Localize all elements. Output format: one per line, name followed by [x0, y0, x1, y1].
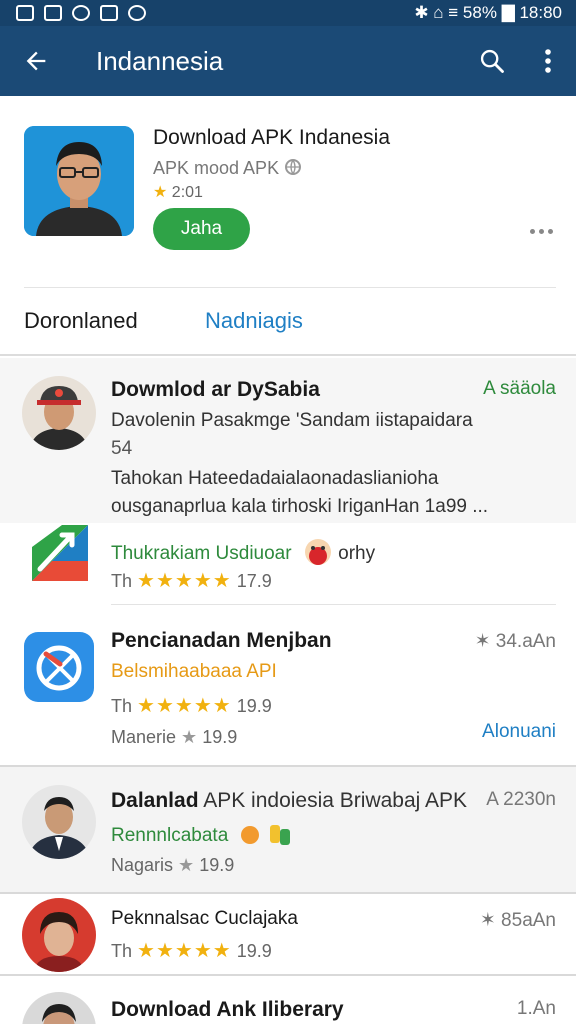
status-bar: ✱ ⌂ ≡ 58% ▇ 18:80 [0, 0, 576, 26]
app-bar: Indannesia [0, 26, 576, 96]
avatar [22, 992, 96, 1024]
item-description: Tahokan Hateedadaialaonadaslianioha [111, 468, 439, 489]
item-meta: A 2230n [482, 789, 556, 811]
list-item[interactable]: Dowmlod ar DySabia A sääola Davolenin Pa… [0, 358, 576, 523]
more-dot [539, 228, 544, 234]
list-item[interactable]: Dalanlad APK indoiesia Briwabaj APK A 22… [0, 767, 576, 892]
notification-icons [16, 5, 146, 21]
item-title: Peknnalsac Cuclajaka [111, 908, 298, 929]
app-icon [22, 517, 96, 591]
more-horizontal-icon [530, 228, 535, 234]
star-icon: ★ [178, 855, 195, 875]
settings-notification-icon [128, 5, 146, 21]
rating-value: 19.9 [236, 696, 272, 716]
secondary-value: 19.9 [199, 855, 235, 875]
list-item[interactable]: Peknnalsac Cuclajaka ✶ 85aAn Th ★★★★★ 19… [0, 894, 576, 974]
list-item[interactable]: Thukrakiam Usdiuoar orhy Th ★★★★★ 17.9 [0, 523, 576, 605]
app-rating-value: 2:01 [171, 184, 203, 201]
item-meta: ✶ 85aAn [479, 910, 556, 931]
star-icon: ★ [153, 184, 168, 201]
app-icon [22, 630, 96, 704]
item-title: Download Ank Iliberary [111, 998, 344, 1021]
image-notification-icon [16, 5, 34, 21]
person-avatar-icon [22, 992, 96, 1024]
photo-notification-icon [44, 5, 62, 21]
star-rating-icon: ★★★★★ [137, 570, 232, 592]
rating-prefix: Th [111, 941, 133, 961]
app-header-card: Download APK Indanesia APK mood APK ★ 2:… [0, 96, 576, 288]
secondary-label: Manerie [111, 727, 177, 747]
more-options-button[interactable] [530, 224, 560, 238]
search-button[interactable] [464, 26, 520, 96]
globe-icon [285, 159, 302, 175]
person-avatar-icon [22, 376, 96, 450]
app-subtitle: APK mood APK [153, 158, 302, 179]
more-vertical-icon [545, 49, 551, 73]
item-title: Dowmlod ar DySabia [111, 378, 320, 401]
star-icon: ★ [181, 727, 198, 747]
more-dot [548, 228, 553, 234]
overflow-menu-button[interactable] [520, 26, 576, 96]
arrow-back-icon [26, 51, 46, 71]
item-meta: ✶ 34.aAn [474, 631, 556, 652]
app-title: Download APK Indanesia [153, 126, 390, 149]
person-avatar-icon [22, 898, 96, 972]
rating-value: 19.9 [236, 941, 272, 961]
item-subtitle-text: Rennnlcabata [111, 825, 229, 846]
list-item[interactable]: Download Ank Iliberary 1.An [0, 976, 576, 1024]
rating-prefix: Th [111, 696, 133, 716]
emoji-stickers-icon [240, 825, 290, 845]
list-item[interactable]: Pencianadan Menjban ✶ 34.aAn Belsmihaaba… [0, 605, 576, 765]
tab-nadniagis[interactable]: Nadniagis [205, 308, 303, 334]
page-title: Indannesia [96, 45, 224, 76]
item-title: Dalanlad APK indoiesia Briwabaj APK [111, 789, 467, 813]
item-subtitle: Thukrakiam Usdiuoar orhy [111, 537, 375, 567]
tab-bar: Doronlaned Nadniagis [0, 288, 576, 356]
star-rating-icon: ★★★★★ [137, 695, 232, 717]
secondary-label: Nagaris [111, 855, 174, 875]
avatar [22, 376, 96, 450]
back-button[interactable] [0, 26, 72, 96]
item-title-rest: APK indoiesia Briwabaj APK [198, 789, 468, 812]
item-secondary-rating: Manerie ★ 19.9 [111, 727, 237, 748]
chart-arrow-icon [32, 525, 88, 581]
status-text: ✱ ⌂ ≡ 58% ▇ 18:80 [414, 3, 562, 22]
app-rating: ★ 2:01 [153, 182, 203, 202]
compass-app-icon [24, 632, 94, 702]
star-rating-icon: ★★★★★ [137, 940, 232, 962]
tab-download[interactable]: Doronlaned [24, 308, 138, 334]
item-rating: Th ★★★★★ 19.9 [111, 938, 272, 963]
app-avatar [24, 126, 134, 236]
item-description: Davolenin Pasakmge 'Sandam iistapaidara [111, 410, 473, 431]
item-meta: 1.An [516, 998, 556, 1019]
person-portrait-icon [24, 126, 134, 236]
item-title-bold: Dalanlad [111, 789, 199, 812]
item-rating: Th ★★★★★ 19.9 [111, 693, 272, 718]
item-subtitle-text: Thukrakiam Usdiuoar [111, 543, 292, 564]
avatar [22, 898, 96, 972]
item-subtitle: Rennnlcabata [111, 821, 296, 847]
avatar [22, 785, 96, 859]
item-title: Pencianadan Menjban [111, 629, 332, 652]
app-subtitle-text: APK mood APK [153, 158, 280, 178]
item-subtitle: Belsmihaabaaa API [111, 661, 277, 682]
rating-prefix: Th [111, 571, 133, 591]
system-indicators: ✱ ⌂ ≡ 58% ▇ 18:80 [414, 3, 562, 23]
secondary-value: 19.9 [202, 727, 238, 747]
item-rating: Th ★★★★★ 17.9 [111, 568, 272, 593]
sync-notification-icon [72, 5, 90, 21]
mail-notification-icon [100, 5, 118, 21]
rating-value: 17.9 [236, 571, 272, 591]
search-icon [480, 49, 504, 73]
item-secondary-rating: Nagaris ★ 19.9 [111, 855, 234, 876]
emoji-face-icon [304, 539, 331, 565]
item-description: ousganaprlua kala tirhoski IriganHan 1a9… [111, 496, 489, 517]
item-subtitle-extra: orhy [338, 543, 376, 564]
person-avatar-icon [22, 785, 96, 859]
item-action-link[interactable]: Alonuani [482, 721, 556, 743]
item-count: 54 [111, 438, 133, 459]
item-meta: A sääola [483, 378, 556, 399]
install-button[interactable]: Jaha [153, 208, 250, 250]
